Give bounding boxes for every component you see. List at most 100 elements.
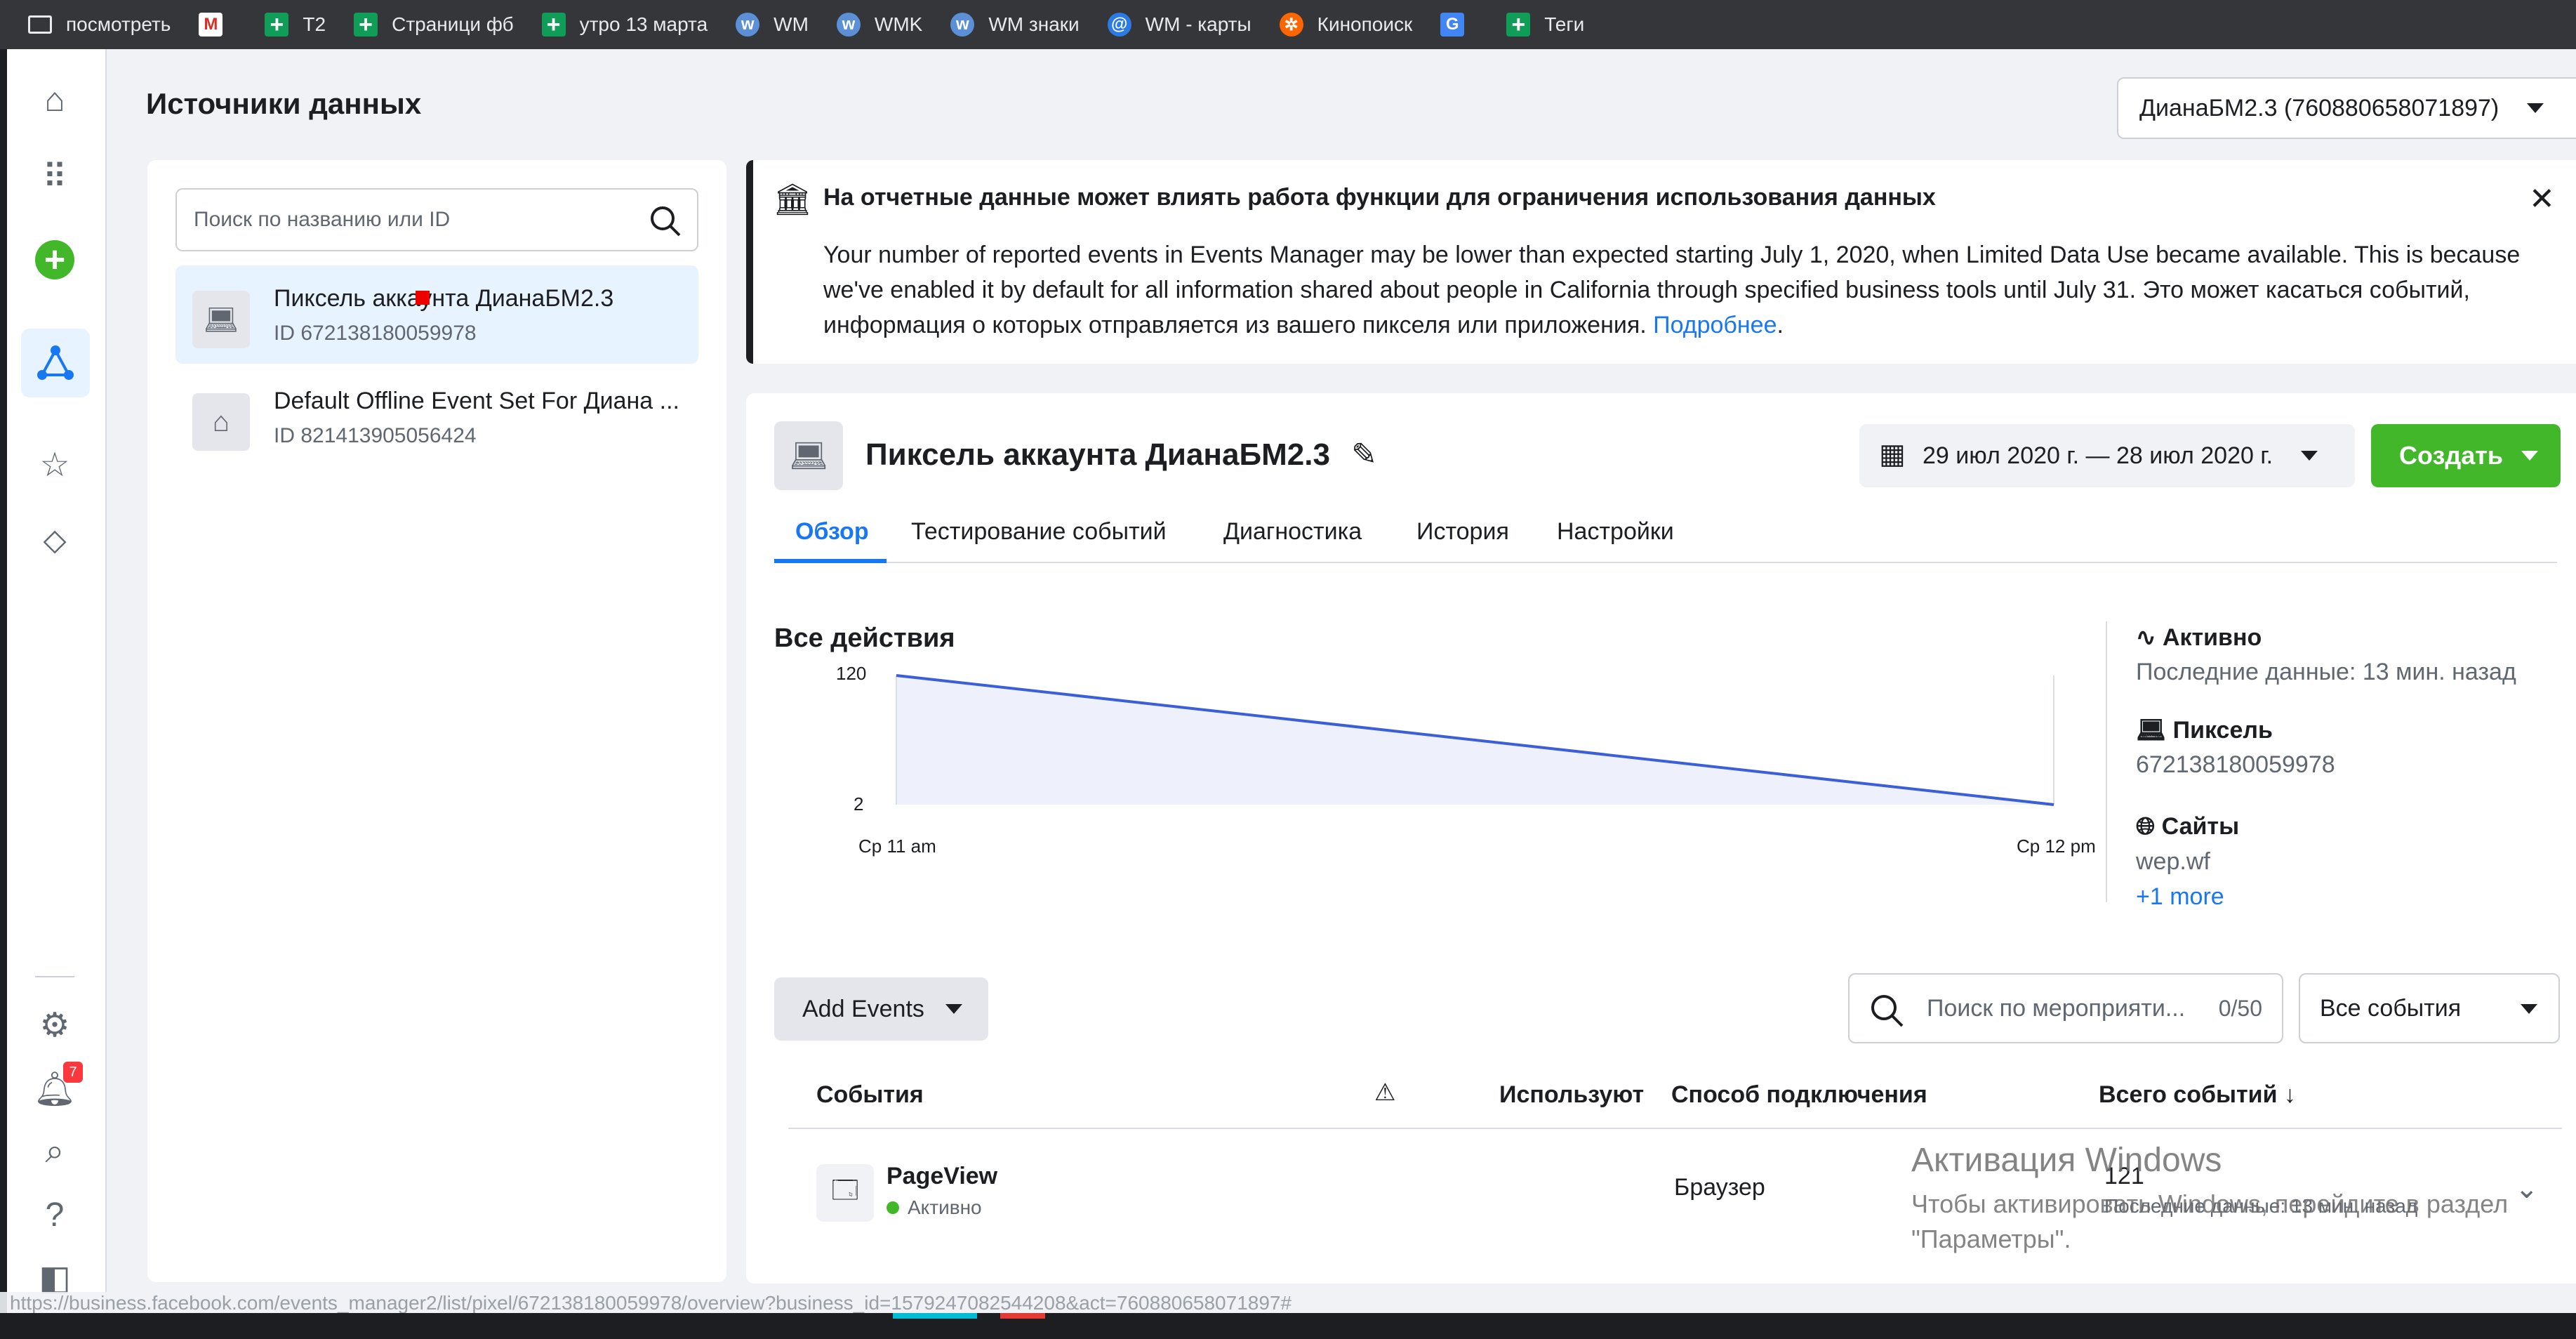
sheets-icon: + (1506, 11, 1531, 38)
pixel-heading: 💻︎ Пиксель (2136, 716, 2273, 744)
sites-label: Сайты (2161, 813, 2240, 840)
chevron-down-icon (2301, 451, 2318, 461)
network-icon (37, 345, 74, 380)
gmail-icon: M (199, 13, 223, 37)
notification-badge: 7 (63, 1062, 83, 1083)
warning-icon: ⚠ (1374, 1079, 1396, 1106)
taskbar-indicator (1000, 1313, 1045, 1319)
add-icon[interactable]: + (35, 239, 74, 280)
cursor-marker (416, 291, 430, 305)
data-sources-panel: Поиск по названию или ID 💻︎ Пиксель акка… (147, 160, 726, 1282)
bookmark-tegi[interactable]: + Теги (1506, 11, 1584, 38)
info-divider (2106, 621, 2107, 902)
star-icon[interactable]: ☆ (32, 442, 77, 487)
bookmark-t2[interactable]: + Т2 (265, 11, 326, 38)
table-divider (788, 1128, 2562, 1129)
apps-grid-icon[interactable]: ⠿ (32, 154, 77, 199)
sites-heading: 🌐︎ Сайты (2136, 813, 2239, 840)
add-events-label: Add Events (802, 995, 924, 1022)
help-icon[interactable]: ? (32, 1192, 77, 1237)
account-select-value: ДианаБМ2.3 (760880658071897) (2139, 94, 2499, 121)
y-tick-label: 120 (836, 663, 867, 684)
taskbar (0, 1313, 2576, 1339)
sheets-icon: + (541, 11, 566, 38)
event-status: Активно (887, 1196, 982, 1219)
sheets-icon: + (265, 11, 289, 38)
source-name: Default Offline Event Set For Диана ... (274, 388, 679, 414)
event-filter-value: Все события (2320, 994, 2462, 1022)
event-search-input[interactable]: Поиск по мероприяти... 0/50 (1848, 973, 2283, 1043)
bookmark-kinopoisk[interactable]: ✲ Кинопоиск (1279, 13, 1412, 37)
close-icon[interactable]: ✕ (2529, 181, 2555, 217)
bookmarks-bar: посмотреть M + Т2 + Страници фб + утро 13 м… (0, 0, 2576, 49)
bookmark-wm-znaki[interactable]: w WM знаки (950, 13, 1080, 37)
source-item[interactable]: 💻︎ Пиксель аккаунта ДианаБМ2.3 ID 672138… (175, 265, 698, 364)
bookmark-gmail[interactable]: M (199, 13, 237, 37)
webmoney-icon: w (736, 13, 760, 37)
pixel-label: Пиксель (2172, 717, 2273, 744)
event-search-placeholder: Поиск по мероприяти... (1927, 994, 2186, 1022)
event-connection: Браузер (1674, 1174, 1765, 1201)
sheets-icon: + (354, 11, 378, 38)
at-icon: @ (1107, 13, 1131, 37)
bookmark-utro[interactable]: + утро 13 марта (541, 11, 708, 38)
windows-activation-text: Чтобы активировать Windows, перейдите в … (1911, 1189, 2509, 1253)
chevron-down-icon (2521, 1004, 2537, 1014)
event-name[interactable]: PageView (887, 1163, 997, 1190)
search-icon[interactable]: ⌕ (32, 1129, 77, 1174)
kinopoisk-icon: ✲ (1279, 13, 1303, 37)
search-icon (651, 206, 681, 237)
settings-gear-icon[interactable]: ⚙ (32, 1003, 77, 1048)
browser-window-icon: 🗔︎ (816, 1164, 874, 1222)
column-header-used-by[interactable]: Используют (1499, 1081, 1644, 1109)
column-header-events[interactable]: События (816, 1081, 924, 1109)
bookmark-wmk[interactable]: w WMK (836, 13, 922, 37)
more-sites-link[interactable]: +1 more (2136, 883, 2224, 911)
source-item[interactable]: ⌂ Default Offline Event Set For Диана ..… (175, 368, 698, 466)
pixel-overview-panel: 💻︎ Пиксель аккаунта ДианаБМ2.3 ✎ ▦ 29 ию… (746, 393, 2576, 1284)
bank-icon: 🏛︎ (773, 183, 812, 217)
pixel-id: 672138180059978 (2136, 751, 2335, 778)
source-search-input[interactable]: Поиск по названию или ID (175, 188, 698, 251)
column-header-total[interactable]: Всего событий ↓ (2099, 1081, 2296, 1109)
globe-icon: 🌐︎ (2136, 813, 2162, 840)
bookmark-posmotret[interactable]: посмотреть (28, 13, 171, 36)
bookmark-wm[interactable]: w WM (736, 13, 809, 37)
bookmark-translate[interactable]: G (1440, 13, 1478, 37)
taskbar-indicator (893, 1313, 977, 1319)
home-icon[interactable]: ⌂ (32, 77, 77, 122)
translate-icon: G (1440, 13, 1465, 37)
handshake-icon[interactable]: ⬦ (32, 518, 77, 563)
notice-title: На отчетные данные может влиять работа ф… (823, 184, 1936, 211)
chevron-down-icon (2527, 103, 2544, 113)
status-heading: ∿ Активно (2136, 624, 2262, 652)
left-rail: ⌂ ⠿ + ☆ ⬦ ⚙ 🔔︎ 7 ⌕ ? ◧ (0, 49, 107, 1313)
events-manager-icon[interactable] (21, 329, 90, 397)
source-id: ID 672138180059978 (274, 322, 477, 345)
bookmark-stranitsi-fb[interactable]: + Страници фб (354, 11, 514, 38)
y-tick-label: 2 (854, 793, 864, 814)
laptop-icon: 💻︎ (2136, 717, 2173, 744)
x-tick-label: Ср 11 am (858, 836, 936, 857)
learn-more-link[interactable]: Подробнее (1653, 312, 1777, 338)
create-button[interactable]: Создать (2371, 424, 2561, 487)
window-edge (0, 49, 7, 1313)
store-icon: ⌂ (192, 393, 250, 451)
webmoney-icon: w (836, 13, 861, 37)
status-label: Активно (2162, 624, 2262, 651)
sort-arrow-icon: ↓ (2277, 1081, 2296, 1108)
column-header-connection[interactable]: Способ подключения (1671, 1081, 1927, 1109)
bookmark-wm-karty[interactable]: @ WM - карты (1107, 13, 1252, 37)
source-id: ID 821413905056424 (274, 424, 477, 447)
activity-pulse-icon: ∿ (2136, 624, 2163, 651)
windows-activation-title: Активация Windows (1911, 1142, 2222, 1179)
add-events-button[interactable]: Add Events (774, 977, 988, 1041)
activity-chart (896, 674, 2054, 806)
status-dot (887, 1201, 899, 1214)
laptop-icon: 💻︎ (192, 291, 250, 348)
event-filter-select[interactable]: Все события (2299, 973, 2560, 1043)
status-last-data: Последние данные: 13 мин. назад (2136, 659, 2516, 685)
limited-data-use-notice: 🏛︎ На отчетные данные может влиять работ… (746, 160, 2576, 364)
account-select[interactable]: ДианаБМ2.3 (760880658071897) (2117, 77, 2576, 139)
source-name: Пиксель аккаунта ДианаБМ2.3 (274, 285, 614, 312)
